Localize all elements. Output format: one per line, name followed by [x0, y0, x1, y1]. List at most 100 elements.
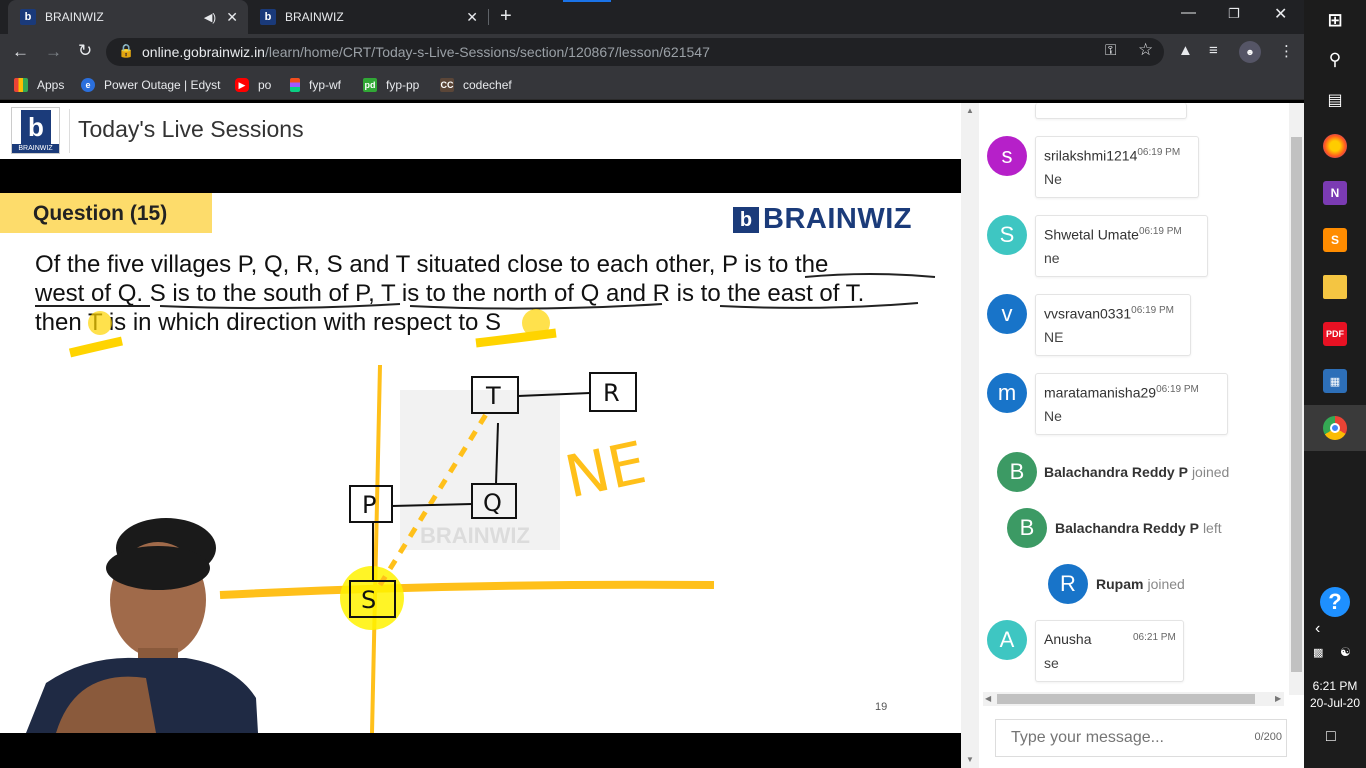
- chat-event: Rupam joined: [1096, 576, 1185, 592]
- bookmark-fyp-wf[interactable]: fyp-wf: [290, 76, 341, 94]
- clock-time: 6:21 PM: [1312, 679, 1358, 693]
- bookmark-po[interactable]: ▶ po: [235, 76, 271, 94]
- bookmark-fyp-pp[interactable]: pd fyp-pp: [363, 76, 419, 94]
- chat-message: vvsravan033106:19 PM NE: [1035, 294, 1191, 356]
- figma-icon: [290, 78, 300, 92]
- url-host: online.gobrainwiz.in: [142, 44, 265, 60]
- scroll-up-arrow[interactable]: ▲: [966, 106, 974, 115]
- speaker-icon[interactable]: ◀): [204, 11, 216, 24]
- scroll-right-arrow[interactable]: ▶: [1275, 694, 1281, 703]
- video-letterbox-top: [0, 159, 961, 193]
- chrome-icon[interactable]: [1323, 416, 1347, 440]
- bookmark-label: Power Outage | Edyst: [104, 78, 221, 92]
- page-scrollbar[interactable]: [961, 103, 979, 768]
- watermark-text: BRAINWIZ: [420, 523, 530, 548]
- chat-event: Balachandra Reddy Pjoined: [1044, 464, 1230, 480]
- back-icon[interactable]: ←: [12, 42, 29, 62]
- slide-number: 19: [875, 701, 888, 713]
- scroll-down-arrow[interactable]: ▼: [966, 755, 974, 764]
- close-window-button[interactable]: ✕: [1274, 4, 1287, 24]
- chat-time: 06:19 PM: [1156, 384, 1199, 395]
- windows-start-icon[interactable]: ⊞: [1323, 8, 1347, 32]
- star-icon[interactable]: ☆: [1138, 40, 1153, 60]
- bookmark-label: fyp-wf: [309, 78, 342, 92]
- profile-avatar[interactable]: ☻: [1239, 41, 1261, 63]
- bookmark-apps[interactable]: Apps: [14, 76, 64, 94]
- ink-underlines: [35, 273, 936, 310]
- restore-button[interactable]: ❐: [1228, 6, 1240, 22]
- close-tab-icon[interactable]: ✕: [466, 9, 478, 26]
- lock-icon[interactable]: 🔒: [118, 43, 134, 59]
- help-icon[interactable]: ?: [1320, 587, 1350, 617]
- tab-divider: [488, 9, 489, 25]
- brainwiz-favicon: b: [20, 9, 36, 25]
- tab-title: BRAINWIZ: [45, 10, 104, 24]
- chat-username: Shwetal Umate06:19 PM: [1044, 226, 1182, 243]
- apps-icon: [14, 78, 28, 92]
- label-r: R: [603, 379, 620, 407]
- chat-message: maratamanisha2906:19 PM Ne: [1035, 373, 1228, 435]
- chat-text: ne: [1044, 250, 1060, 266]
- forward-icon[interactable]: →: [45, 42, 62, 62]
- pdf-icon[interactable]: PDF: [1323, 322, 1347, 346]
- instructor-video: [26, 518, 258, 733]
- event-avatar: R: [1048, 564, 1088, 604]
- video-letterbox-bottom: [0, 733, 961, 768]
- answer-ne: NE: [559, 428, 651, 511]
- calculator-icon[interactable]: ▦: [1323, 369, 1347, 393]
- highlight-s-circle: [522, 309, 550, 337]
- task-view-icon[interactable]: ▤: [1323, 88, 1347, 112]
- chat-avatar: s: [987, 136, 1027, 176]
- chat-message: Shwetal Umate06:19 PM ne: [1035, 215, 1208, 277]
- chat-avatar: S: [987, 215, 1027, 255]
- system-clock[interactable]: 6:21 PM 20-Jul-20: [1304, 678, 1366, 712]
- chat-avatar: m: [987, 373, 1027, 413]
- codechef-icon: CC: [440, 78, 454, 92]
- brainwiz-logo[interactable]: b BRAINWIZ: [11, 107, 60, 154]
- chat-horizontal-thumb[interactable]: [997, 694, 1255, 704]
- bookmark-edyst[interactable]: e Power Outage | Edyst: [81, 76, 221, 94]
- tab-title: BRAINWIZ: [285, 10, 344, 24]
- menu-icon[interactable]: ⋮: [1279, 42, 1294, 60]
- chat-text: Ne: [1044, 171, 1062, 187]
- youtube-icon: ▶: [235, 78, 249, 92]
- new-tab-button[interactable]: +: [500, 5, 512, 28]
- close-tab-icon[interactable]: ✕: [226, 9, 238, 26]
- chat-message: srilakshmi121406:19 PM Ne: [1035, 136, 1199, 198]
- chat-scroll-thumb[interactable]: [1291, 137, 1302, 672]
- wifi-icon[interactable]: ☯: [1340, 645, 1351, 659]
- chevron-left-icon[interactable]: ‹: [1315, 620, 1320, 638]
- tab-brainwiz-active[interactable]: b BRAINWIZ ◀) ✕: [8, 0, 248, 34]
- chat-message-box: 0/200: [995, 719, 1287, 757]
- brainwiz-favicon: b: [260, 9, 276, 25]
- chat-time: 06:19 PM: [1138, 226, 1182, 237]
- bookmark-codechef[interactable]: CC codechef: [440, 76, 512, 94]
- lesson-video[interactable]: Question (15) b BRAINWIZ Of the five vil…: [0, 193, 961, 733]
- firefox-icon[interactable]: [1323, 134, 1347, 158]
- search-icon[interactable]: ⚲: [1323, 48, 1347, 72]
- logo-mark: b: [21, 110, 51, 144]
- character-count: 0/200: [1254, 731, 1282, 743]
- chat-text: Ne: [1044, 408, 1062, 424]
- tab-brainwiz[interactable]: b BRAINWIZ ✕: [248, 0, 488, 34]
- pp-icon: pd: [363, 78, 377, 92]
- url-text[interactable]: online.gobrainwiz.in/learn/home/CRT/Toda…: [142, 44, 710, 60]
- chat-username: Anusha: [1044, 631, 1092, 647]
- highlight-s: [475, 328, 557, 348]
- highlight-t: [68, 336, 123, 358]
- sublime-icon[interactable]: S: [1323, 228, 1347, 252]
- url-path: /learn/home/CRT/Today-s-Live-Sessions/se…: [264, 44, 710, 60]
- reload-icon[interactable]: ↻: [78, 41, 92, 61]
- onenote-icon[interactable]: N: [1323, 181, 1347, 205]
- minimize-button[interactable]: —: [1181, 4, 1196, 21]
- media-icon[interactable]: ≡: [1209, 42, 1218, 59]
- logo-text: BRAINWIZ: [12, 144, 59, 153]
- message-input[interactable]: [1011, 729, 1231, 747]
- battery-icon[interactable]: ▩: [1313, 646, 1323, 659]
- chat-event: Balachandra Reddy Pleft: [1055, 520, 1222, 536]
- folder-icon[interactable]: [1323, 275, 1347, 299]
- scroll-left-arrow[interactable]: ◀: [985, 694, 991, 703]
- extensions-icon[interactable]: ▲: [1178, 42, 1193, 59]
- key-icon[interactable]: ⚿: [1105, 42, 1116, 59]
- notification-icon[interactable]: □: [1326, 728, 1336, 746]
